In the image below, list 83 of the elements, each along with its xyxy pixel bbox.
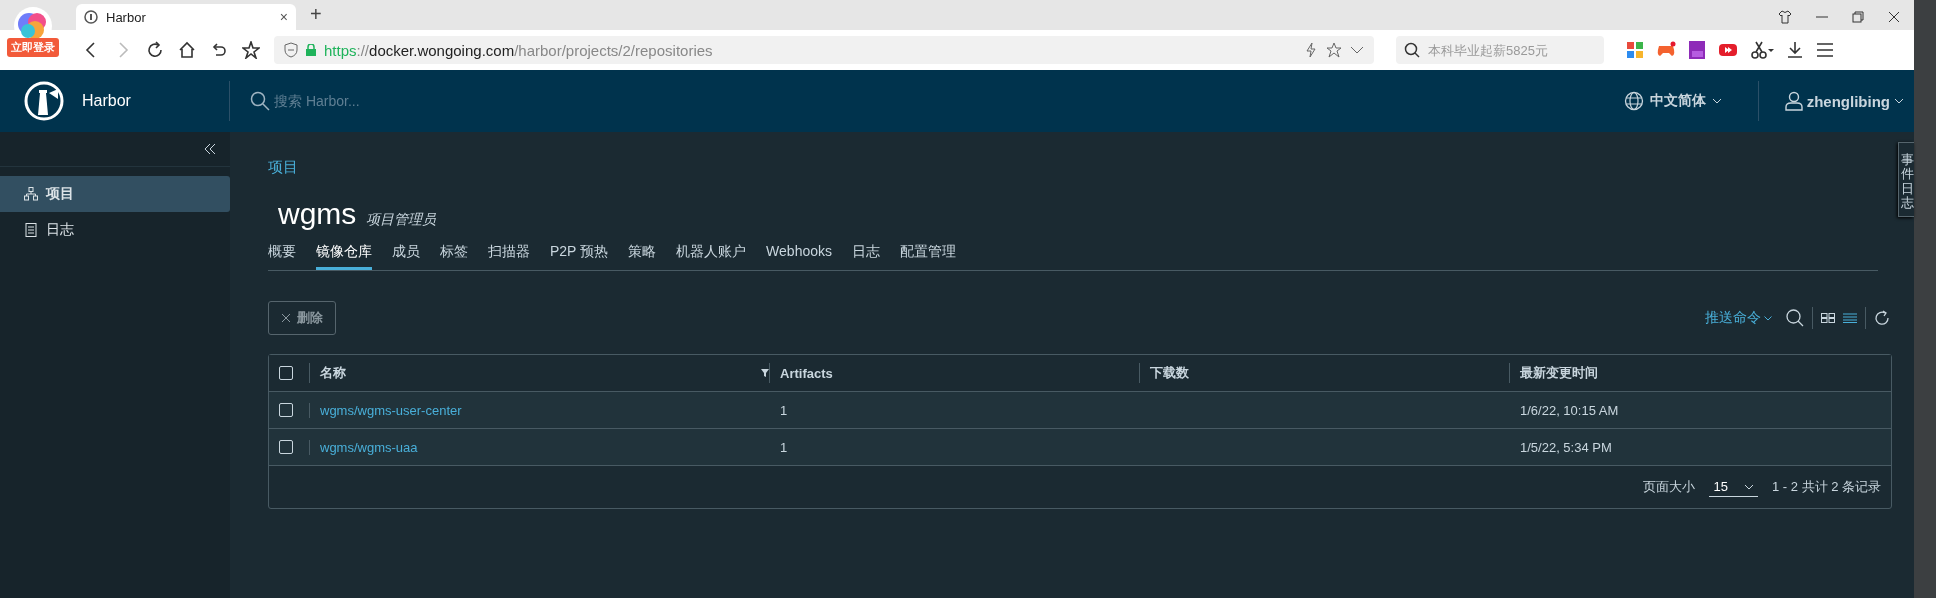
lock-icon bbox=[306, 44, 316, 56]
document-icon bbox=[24, 223, 38, 237]
row-checkbox[interactable] bbox=[279, 403, 293, 417]
page-size-select[interactable]: 15 bbox=[1709, 477, 1758, 497]
search-icon bbox=[250, 91, 270, 111]
search-input[interactable]: 本科毕业起薪5825元 bbox=[1426, 41, 1600, 59]
project-tab[interactable]: 策略 bbox=[628, 237, 657, 270]
list-view-icon[interactable] bbox=[1843, 313, 1857, 323]
card-view-icon[interactable] bbox=[1821, 313, 1835, 323]
url-text: https://docker.wongoing.com/harbor/projects/2/repositories bbox=[324, 41, 714, 59]
star-icon[interactable] bbox=[242, 41, 260, 59]
project-tab[interactable]: P2P 预热 bbox=[550, 237, 609, 270]
search-icon[interactable] bbox=[1786, 309, 1804, 327]
project-tab[interactable]: 配置管理 bbox=[900, 237, 956, 270]
page-size-label: 页面大小 bbox=[1643, 478, 1696, 496]
star-icon bbox=[1326, 42, 1342, 58]
chevron-down-icon bbox=[1350, 45, 1364, 55]
address-bar[interactable]: https://docker.wongoing.com/harbor/projects/2/repositories bbox=[274, 36, 1374, 64]
home-icon[interactable] bbox=[178, 41, 196, 59]
chevron-down-icon bbox=[1711, 98, 1722, 104]
app-grid-icon[interactable] bbox=[1626, 41, 1644, 59]
download-icon[interactable] bbox=[1786, 41, 1804, 59]
select-all-checkbox[interactable] bbox=[279, 366, 293, 380]
shirt-icon[interactable] bbox=[1778, 10, 1792, 24]
table-cell-text: 1/5/22, 5:34 PM bbox=[1519, 439, 1613, 455]
table-cell-text: 1 bbox=[779, 439, 789, 455]
project-tab[interactable]: 扫描器 bbox=[488, 237, 530, 270]
project-tab[interactable]: 成员 bbox=[392, 237, 420, 270]
column-header[interactable]: 最新变更时间 bbox=[1520, 364, 1891, 382]
user-icon bbox=[1784, 91, 1803, 111]
project-tab[interactable]: 机器人账户 bbox=[676, 237, 747, 270]
close-icon[interactable] bbox=[1888, 11, 1900, 23]
gamepad-icon[interactable] bbox=[1656, 41, 1676, 59]
push-command-menu[interactable]: 推送命令 bbox=[1705, 309, 1772, 327]
shield-icon bbox=[284, 42, 298, 58]
scissors-icon[interactable] bbox=[1750, 41, 1774, 59]
video-icon[interactable] bbox=[1718, 42, 1738, 58]
close-icon bbox=[281, 313, 291, 323]
reload-icon[interactable] bbox=[146, 41, 164, 59]
column-header[interactable]: 名称 bbox=[320, 364, 761, 382]
tab-close-button[interactable]: × bbox=[279, 9, 288, 25]
brand-name: Harbor bbox=[82, 92, 131, 110]
chevron-down-icon bbox=[1764, 315, 1772, 321]
sidebar-item[interactable]: 项目 bbox=[0, 176, 230, 212]
tab-title: Harbor bbox=[106, 9, 147, 25]
project-title: wgms bbox=[278, 197, 357, 231]
lighthouse-logo-icon bbox=[24, 81, 64, 121]
refresh-icon[interactable] bbox=[1874, 310, 1890, 326]
project-tab[interactable]: 标签 bbox=[440, 237, 468, 270]
undo-icon[interactable] bbox=[210, 41, 228, 59]
new-tab-button[interactable]: + bbox=[310, 3, 322, 26]
role-label: 项目管理员 bbox=[366, 211, 437, 229]
table-cell-text: 1 bbox=[779, 402, 789, 418]
breadcrumb-link[interactable]: 项目 bbox=[268, 158, 298, 177]
favicon-icon bbox=[84, 10, 98, 24]
chevron-down-icon bbox=[1894, 98, 1904, 104]
chevron-down-icon bbox=[1743, 483, 1754, 490]
repository-link[interactable]: wgms/wgms-user-center bbox=[320, 402, 462, 418]
pagination-summary: 1 - 2 共计 2 条记录 bbox=[1771, 478, 1881, 496]
header-search-field[interactable]: 搜索 Harbor... bbox=[272, 92, 476, 110]
restore-icon[interactable] bbox=[1852, 11, 1864, 23]
filter-icon[interactable] bbox=[761, 369, 769, 377]
user-menu[interactable]: zhenglibing bbox=[1758, 91, 1914, 111]
event-log-tab[interactable]: 事件日志 bbox=[1898, 142, 1914, 218]
column-header[interactable]: 下载数 bbox=[1150, 364, 1509, 382]
project-tab[interactable]: Webhooks bbox=[766, 237, 832, 270]
project-tab[interactable]: 镜像仓库 bbox=[316, 237, 372, 270]
menu-icon[interactable] bbox=[1816, 42, 1834, 58]
row-checkbox[interactable] bbox=[279, 440, 293, 454]
language-menu[interactable]: 中文简体 bbox=[1623, 81, 1759, 121]
table-cell-text: 1/6/22, 10:15 AM bbox=[1519, 402, 1620, 418]
browser-tab[interactable]: Harbor × bbox=[76, 4, 296, 30]
repository-link[interactable]: wgms/wgms-uaa bbox=[320, 439, 418, 455]
column-header[interactable]: Artifacts bbox=[780, 365, 1139, 381]
lightning-icon bbox=[1304, 42, 1318, 58]
browser-search-field[interactable]: 本科毕业起薪5825元 bbox=[1396, 36, 1604, 64]
search-icon bbox=[1404, 42, 1420, 58]
collapse-icon[interactable] bbox=[204, 143, 216, 155]
hierarchy-icon bbox=[24, 187, 38, 201]
globe-icon bbox=[1623, 91, 1644, 111]
sidebar-item[interactable]: 日志 bbox=[0, 212, 230, 248]
project-tab[interactable]: 概要 bbox=[268, 237, 296, 270]
project-tab[interactable]: 日志 bbox=[852, 237, 880, 270]
